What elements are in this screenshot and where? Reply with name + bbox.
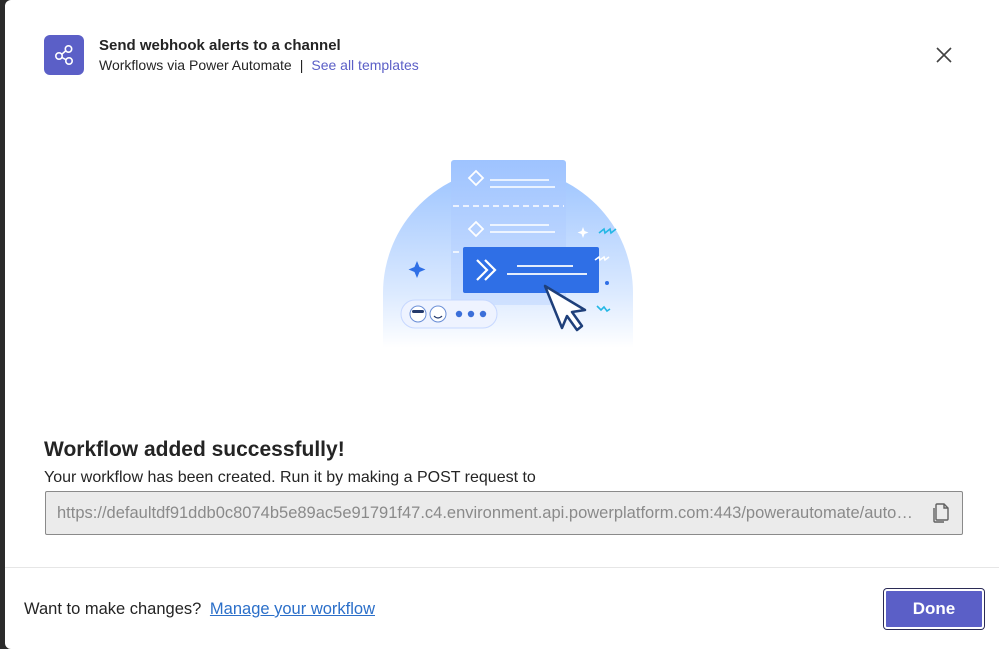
copy-icon bbox=[933, 503, 949, 523]
workflow-dialog: Send webhook alerts to a channel Workflo… bbox=[5, 0, 999, 649]
close-button[interactable] bbox=[929, 40, 959, 70]
workflow-illustration bbox=[383, 160, 633, 348]
footer-prompt-text: Want to make changes? bbox=[24, 600, 202, 618]
webhook-url-field[interactable]: https://defaultdf91ddb0c8074b5e89ac5e917… bbox=[45, 491, 963, 535]
webhook-url-text[interactable]: https://defaultdf91ddb0c8074b5e89ac5e917… bbox=[57, 504, 914, 523]
footer-prompt: Want to make changes? Manage your workfl… bbox=[24, 600, 375, 619]
close-icon bbox=[936, 47, 952, 63]
subtitle-separator: | bbox=[299, 57, 304, 73]
done-button[interactable]: Done bbox=[884, 589, 984, 629]
footer-divider bbox=[5, 567, 999, 568]
dialog-subtitle: Workflows via Power Automate | See all t… bbox=[99, 57, 419, 73]
copy-url-button[interactable] bbox=[922, 495, 958, 531]
webhook-icon bbox=[44, 35, 84, 75]
dialog-title: Send webhook alerts to a channel bbox=[99, 37, 341, 54]
success-description: Your workflow has been created. Run it b… bbox=[44, 469, 536, 486]
subtitle-text: Workflows via Power Automate bbox=[99, 57, 292, 73]
success-title: Workflow added successfully! bbox=[44, 438, 345, 461]
see-all-templates-link[interactable]: See all templates bbox=[311, 57, 418, 73]
manage-workflow-link[interactable]: Manage your workflow bbox=[210, 600, 375, 618]
